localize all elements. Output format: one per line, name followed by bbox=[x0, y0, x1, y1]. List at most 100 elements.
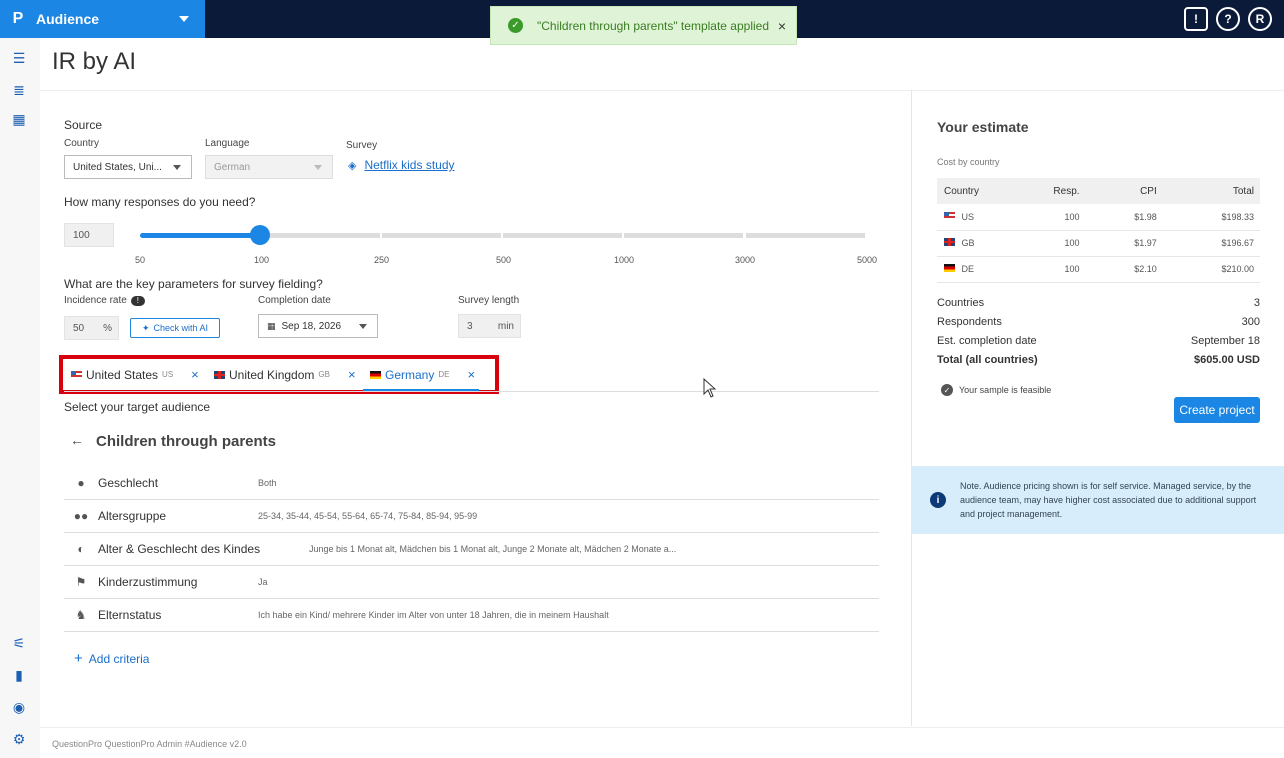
calendar-icon: ▦ bbox=[267, 320, 276, 331]
incidence-input[interactable]: 50 % bbox=[64, 316, 119, 340]
slider-segment[interactable] bbox=[624, 233, 743, 238]
us-flag-icon bbox=[944, 211, 955, 220]
tab-us[interactable]: United States US × bbox=[71, 367, 199, 382]
summary-label: Est. completion date bbox=[937, 335, 1037, 347]
tab-code: US bbox=[162, 370, 174, 379]
child-icon: ◐ bbox=[77, 542, 85, 556]
gear-icon[interactable]: ⚙ bbox=[11, 731, 27, 747]
cost-by-country-label: Cost by country bbox=[937, 157, 1000, 167]
summary-label: Total (all countries) bbox=[937, 354, 1038, 366]
length-input[interactable]: 3 min bbox=[458, 314, 521, 338]
person-icon: ● bbox=[77, 476, 85, 490]
slider-fill bbox=[140, 233, 260, 238]
slider-segment[interactable] bbox=[260, 233, 380, 238]
gb-flag-icon bbox=[944, 238, 955, 246]
app-switcher[interactable]: P Audience bbox=[0, 0, 205, 38]
tab-de[interactable]: Germany DE × bbox=[370, 367, 475, 382]
list-icon[interactable]: ≣ bbox=[11, 82, 27, 98]
estimate-title: Your estimate bbox=[937, 119, 1029, 135]
cell-resp: 100 bbox=[1021, 256, 1086, 283]
criteria-value: Ich habe ein Kind/ mehrere Kinder im Alt… bbox=[258, 610, 609, 620]
slider-tick: 1000 bbox=[614, 255, 635, 265]
criteria-row[interactable]: ●● Altersgruppe 25-34, 35-44, 45-54, 55-… bbox=[64, 500, 879, 533]
note-text: Note. Audience pricing shown is for self… bbox=[960, 481, 1257, 519]
info-icon[interactable]: ! bbox=[130, 295, 145, 306]
incidence-label: Incidence rate bbox=[64, 295, 127, 306]
summary-row: Countries 3 bbox=[937, 297, 1260, 309]
criteria-name: Alter & Geschlecht des Kindes bbox=[98, 542, 261, 556]
criteria-name: Elternstatus bbox=[98, 608, 162, 622]
create-project-button[interactable]: Create project bbox=[1174, 397, 1260, 423]
pricing-note: i Note. Audience pricing shown is for se… bbox=[911, 466, 1284, 534]
us-flag-icon bbox=[71, 370, 82, 379]
slider-segment[interactable] bbox=[382, 233, 501, 238]
col-header: Country bbox=[937, 178, 1022, 204]
length-value: 3 bbox=[467, 320, 473, 332]
user-shield-icon[interactable]: ◉ bbox=[11, 699, 27, 715]
country-value: United States, Uni... bbox=[73, 161, 162, 173]
slider-tick: 3000 bbox=[735, 255, 756, 265]
slider-handle[interactable] bbox=[250, 225, 270, 245]
cell-resp: 100 bbox=[1021, 230, 1086, 257]
user-avatar[interactable]: R bbox=[1248, 7, 1272, 31]
people-icon: ●● bbox=[73, 509, 89, 523]
cell-total: $198.33 bbox=[1182, 204, 1260, 231]
slider-segment[interactable] bbox=[746, 233, 865, 238]
chevron-down-icon bbox=[314, 165, 322, 170]
min-unit: min bbox=[497, 320, 514, 332]
percent-unit: % bbox=[103, 322, 112, 334]
country-select[interactable]: United States, Uni... bbox=[64, 155, 192, 179]
success-toast: ✓ "Children through parents" template ap… bbox=[490, 6, 797, 45]
criteria-row[interactable]: ♞ Elternstatus Ich habe ein Kind/ mehrer… bbox=[64, 599, 879, 632]
survey-link-wrap[interactable]: ◈ Netflix kids study bbox=[348, 158, 455, 172]
incidence-value: 50 bbox=[73, 322, 85, 334]
chevron-down-icon bbox=[359, 324, 367, 329]
survey-link[interactable]: Netflix kids study bbox=[364, 158, 454, 172]
responses-input[interactable]: 100 bbox=[64, 223, 114, 247]
criteria-value: Both bbox=[258, 478, 277, 488]
summary-value: 300 bbox=[1241, 316, 1260, 328]
add-criteria-button[interactable]: + Add criteria bbox=[74, 650, 149, 667]
page-title: IR by AI bbox=[52, 48, 137, 75]
questionpro-logo-icon: P bbox=[12, 10, 24, 27]
check-with-ai-button[interactable]: ✦ Check with AI bbox=[130, 318, 220, 338]
summary-row: Est. completion date September 18 bbox=[937, 335, 1260, 347]
app-name: Audience bbox=[36, 11, 100, 27]
cell-cpi: $2.10 bbox=[1085, 256, 1183, 283]
cell-total: $210.00 bbox=[1182, 256, 1260, 283]
chevron-down-icon bbox=[173, 165, 181, 170]
slider-segment[interactable] bbox=[503, 233, 622, 238]
help-icon[interactable]: ? bbox=[1216, 7, 1240, 31]
criteria-row[interactable]: ◐ Alter & Geschlecht des Kindes Junge bi… bbox=[64, 533, 879, 566]
col-header: CPI bbox=[1085, 178, 1183, 204]
tabs-divider bbox=[64, 391, 879, 392]
family-icon: ♞ bbox=[75, 608, 87, 622]
tab-label: United States bbox=[86, 367, 159, 382]
close-icon[interactable]: × bbox=[778, 18, 786, 34]
summary-value: $605.00 USD bbox=[1193, 354, 1260, 366]
criteria-name: Kinderzustimmung bbox=[98, 575, 198, 589]
cell-country: DE bbox=[961, 264, 975, 274]
criteria-row[interactable]: ⚑ Kinderzustimmung Ja bbox=[64, 566, 879, 599]
info-icon: i bbox=[930, 492, 946, 508]
back-arrow-icon[interactable]: ← bbox=[70, 432, 84, 448]
feasible-text: Your sample is feasible bbox=[959, 385, 1052, 395]
dashboard-icon[interactable]: ▦ bbox=[11, 111, 27, 127]
criteria-name: Geschlecht bbox=[98, 476, 159, 490]
feedback-icon[interactable]: ! bbox=[1184, 7, 1208, 31]
tab-gb[interactable]: United Kingdom GB × bbox=[214, 367, 356, 382]
responses-question: How many responses do you need? bbox=[64, 195, 256, 209]
completion-date-picker[interactable]: ▦ Sep 18, 2026 bbox=[258, 314, 378, 338]
close-icon[interactable]: × bbox=[348, 367, 356, 382]
close-icon[interactable]: × bbox=[191, 367, 199, 382]
menu-icon[interactable]: ☰ bbox=[11, 50, 27, 66]
close-icon[interactable]: × bbox=[467, 367, 475, 382]
trash-icon[interactable]: ▮ bbox=[11, 667, 27, 683]
criteria-row[interactable]: ● Geschlecht Both bbox=[64, 467, 879, 500]
chevron-down-icon bbox=[179, 16, 189, 22]
language-select[interactable]: German bbox=[205, 155, 333, 179]
summary-row: Total (all countries) $605.00 USD bbox=[937, 354, 1260, 366]
sliders-icon[interactable]: ⚟ bbox=[11, 635, 27, 651]
criteria-value: 25-34, 35-44, 45-54, 55-64, 65-74, 75-84… bbox=[258, 511, 478, 521]
de-flag-icon bbox=[370, 370, 381, 379]
